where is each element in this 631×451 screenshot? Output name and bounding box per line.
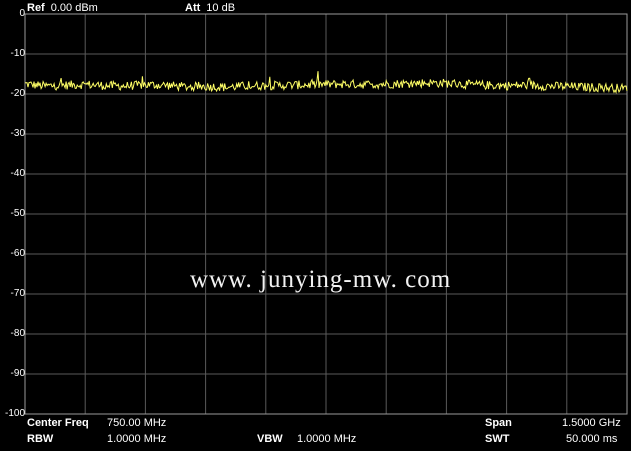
center-freq: Center Freq <box>27 417 89 429</box>
y-tick-label: -10 <box>10 48 25 59</box>
swt-label: SWT <box>485 433 510 445</box>
y-tick-label: -80 <box>10 328 25 339</box>
swt-value: 50.000 ms <box>566 433 618 445</box>
y-tick-label: -100 <box>4 408 25 419</box>
y-tick-label: -60 <box>10 248 25 259</box>
span-value: 1.5000 GHz <box>562 417 621 429</box>
plot-grid <box>25 14 627 414</box>
vbw-label: VBW <box>257 433 283 445</box>
vbw-value: 1.0000 MHz <box>297 433 357 445</box>
watermark-text: www. junying-mw. com <box>190 266 452 293</box>
y-tick-label: -30 <box>10 128 25 139</box>
rbw-value: 1.0000 MHz <box>107 433 167 445</box>
center-freq-label: Center Freq <box>27 417 89 429</box>
y-tick-label: -50 <box>10 208 25 219</box>
rbw-label: RBW <box>27 433 54 445</box>
y-tick-label: -70 <box>10 288 25 299</box>
spectrum-plot <box>24 13 628 415</box>
y-tick-label: -20 <box>10 88 25 99</box>
y-tick-label: 0 <box>19 8 25 19</box>
center-freq-value: 750.00 MHz <box>107 417 167 429</box>
y-tick-label: -40 <box>10 168 25 179</box>
y-tick-label: -90 <box>10 368 25 379</box>
span-label: Span <box>485 417 512 429</box>
